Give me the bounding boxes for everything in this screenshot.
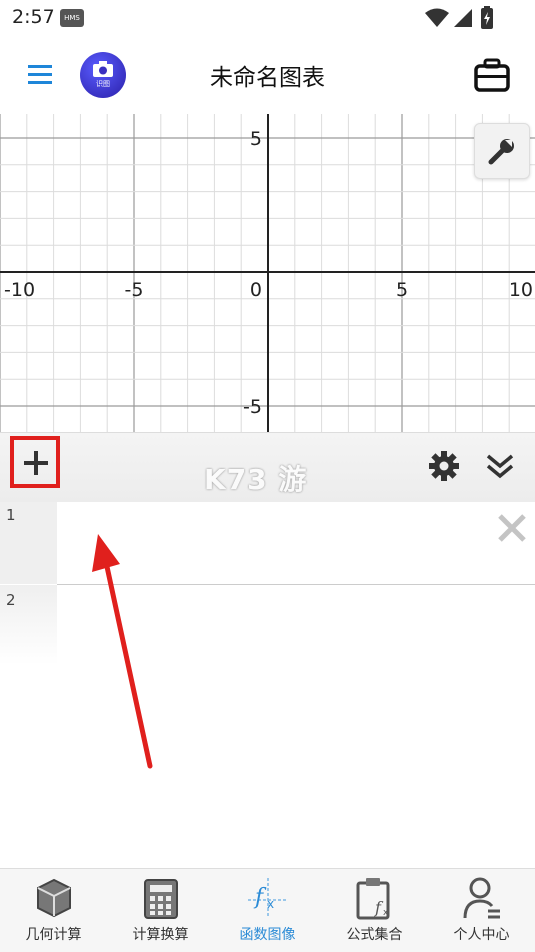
nav-label: 公式集合 (346, 927, 403, 943)
nav-label: 几何计算 (25, 927, 82, 943)
row-number-cell: 1 (0, 502, 57, 584)
row-number: 1 (6, 506, 16, 524)
svg-text:x: x (267, 897, 274, 911)
wifi-icon (425, 8, 449, 27)
double-chevron-down-icon[interactable] (484, 450, 516, 482)
nav-geometry[interactable]: 几何计算 (0, 872, 107, 948)
nav-formulas[interactable]: f x 公式集合 (321, 872, 428, 948)
signal-icon (454, 9, 472, 27)
x-tick-label: 10 (509, 279, 533, 301)
x-tick-label: -10 (4, 279, 35, 301)
nav-label: 函数图像 (239, 927, 296, 943)
close-icon[interactable] (496, 512, 528, 544)
x-tick-label: 5 (396, 279, 408, 301)
user-icon (463, 877, 500, 919)
graph-settings-button[interactable] (474, 123, 530, 179)
nav-label: 个人中心 (453, 927, 510, 943)
clipboard-formula-icon: f x (356, 878, 390, 920)
row-number: 2 (6, 591, 16, 609)
battery-icon (481, 6, 493, 29)
svg-text:f: f (253, 885, 267, 910)
watermark: K73 游戏之家 .com (196, 452, 336, 571)
hms-badge-icon: HMS (60, 9, 84, 27)
calculator-icon (144, 879, 178, 919)
plus-icon (24, 451, 48, 475)
x-tick-label: -5 (125, 279, 144, 301)
graph-canvas[interactable]: -10 -5 0 5 10 5 -5 (0, 114, 535, 432)
ocr-label: 识图 (96, 80, 110, 88)
nav-label: 计算换算 (132, 927, 189, 943)
svg-text:x: x (383, 908, 389, 918)
row-number-cell: 2 (0, 585, 57, 665)
red-arrow-annotation (92, 534, 153, 769)
camera-icon (93, 61, 113, 77)
add-expression-button[interactable] (10, 436, 60, 488)
function-icon: f x (248, 878, 288, 918)
gear-icon[interactable] (428, 450, 460, 482)
wrench-icon (488, 139, 514, 165)
y-tick-label: 5 (250, 128, 262, 150)
page-title: 未命名图表 (210, 65, 325, 91)
ocr-camera-button[interactable] (80, 52, 126, 98)
cube-icon (37, 878, 71, 918)
y-tick-label: -5 (243, 396, 262, 418)
nav-function-graph[interactable]: f x 函数图像 (214, 872, 321, 948)
nav-calculator[interactable]: 计算换算 (107, 872, 214, 948)
status-time: 2:57 (12, 6, 55, 28)
x-tick-label: 0 (250, 279, 262, 301)
nav-profile[interactable]: 个人中心 (428, 872, 535, 948)
toolbox-icon[interactable] (474, 58, 510, 92)
menu-icon[interactable] (26, 62, 54, 86)
